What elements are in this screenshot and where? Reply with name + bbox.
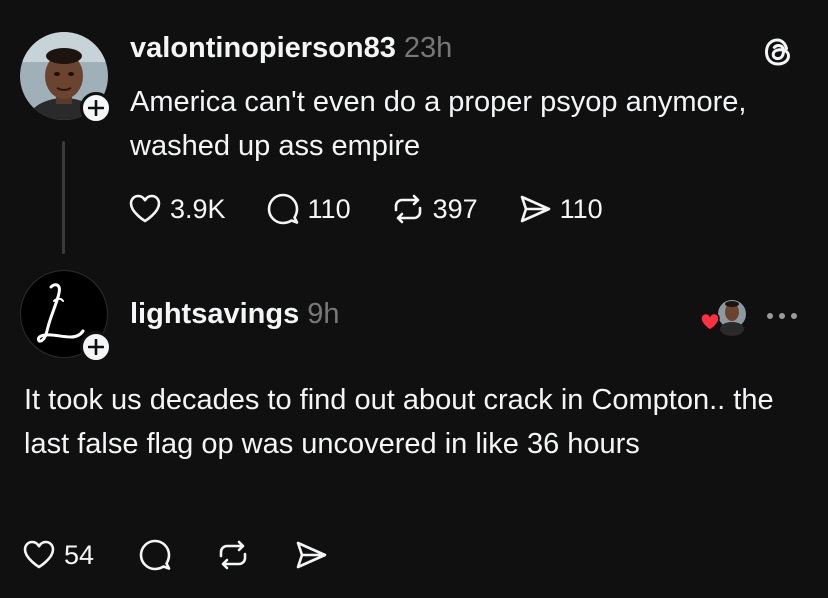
heart-icon (129, 194, 161, 223)
send-icon (520, 195, 550, 223)
plus-icon (88, 100, 104, 116)
thread-line (62, 141, 65, 254)
share-count: 110 (559, 193, 603, 224)
comment-icon (267, 193, 298, 225)
like-button[interactable]: 54 (22, 539, 94, 571)
send-icon (296, 541, 327, 569)
repost-button[interactable] (216, 539, 250, 571)
reply-button[interactable] (138, 538, 172, 572)
repost-icon (394, 194, 421, 224)
threads-logo-icon[interactable] (760, 34, 796, 70)
liked-by-author-badge[interactable] (698, 296, 750, 336)
repost-icon (219, 540, 247, 570)
post-actions: 3.9K 110 397 110 (128, 190, 643, 228)
reply-button[interactable]: 110 (266, 192, 351, 226)
repost-button[interactable]: 397 (391, 193, 478, 225)
username-link[interactable]: lightsavings (130, 298, 299, 330)
heart-icon (700, 312, 720, 331)
ellipsis-icon (767, 313, 797, 319)
timestamp: 9h (307, 298, 340, 330)
post-header: valontinopierson83 23h (130, 30, 452, 66)
follow-button[interactable] (80, 92, 112, 124)
reply-count: 110 (307, 193, 351, 224)
post-body: It took us decades to find out about cra… (24, 384, 774, 460)
share-button[interactable]: 110 (518, 193, 603, 225)
post-actions: 54 (22, 535, 372, 575)
username-link[interactable]: valontinopierson83 (130, 32, 396, 64)
more-options-button[interactable] (764, 304, 800, 328)
comment-icon (139, 539, 171, 571)
timestamp: 23h (403, 32, 453, 64)
follow-button[interactable] (80, 331, 112, 363)
repost-count: 397 (432, 193, 478, 224)
like-count: 54 (64, 539, 95, 570)
plus-icon (88, 339, 104, 355)
post-body: America can't even do a proper psyop any… (130, 86, 747, 162)
share-button[interactable] (294, 539, 328, 571)
like-count: 3.9K (170, 193, 226, 224)
post-header: lightsavings 9h (130, 296, 339, 332)
like-button[interactable]: 3.9K (128, 193, 226, 225)
heart-icon (23, 540, 55, 569)
